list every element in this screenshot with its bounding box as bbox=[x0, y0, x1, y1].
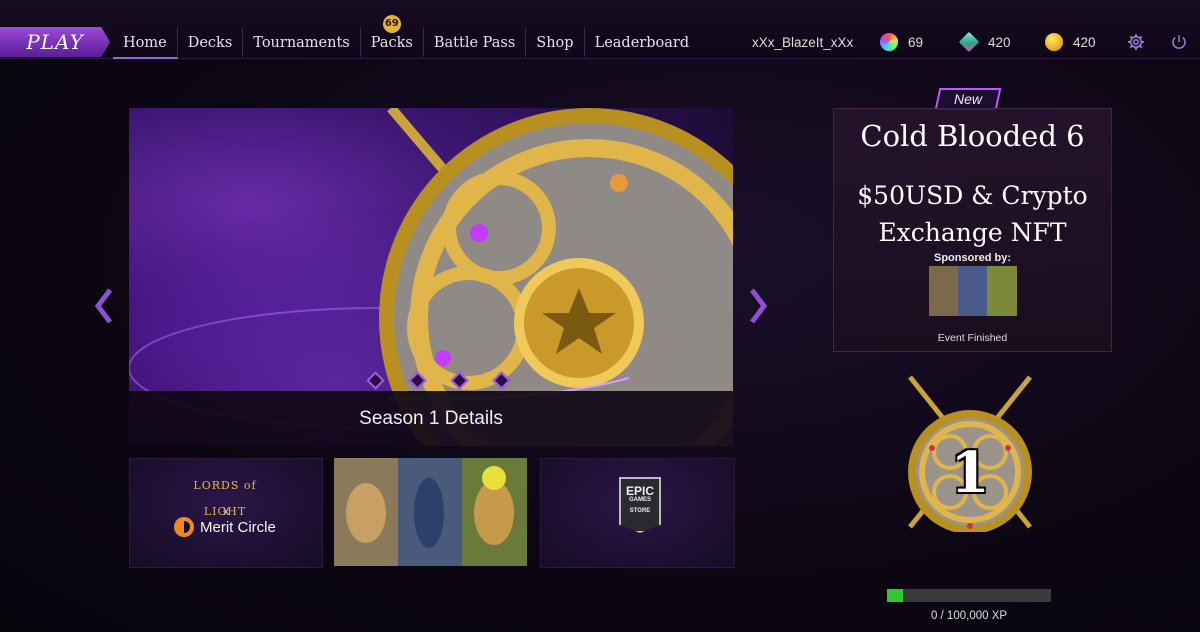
gold-coin-icon bbox=[1045, 33, 1063, 51]
carousel-dots bbox=[366, 371, 511, 390]
nav-shop-label: Shop bbox=[536, 35, 574, 51]
carousel-dot[interactable] bbox=[366, 371, 385, 390]
nav-shop[interactable]: Shop bbox=[526, 27, 585, 57]
carousel-prev-arrow-icon[interactable] bbox=[92, 286, 116, 326]
coins-value: 420 bbox=[1073, 34, 1096, 50]
merit-circle-logo: Merit Circle bbox=[174, 517, 276, 537]
gems-value: 69 bbox=[908, 34, 924, 50]
carousel-dot[interactable] bbox=[408, 371, 427, 390]
carousel-next-arrow-icon[interactable] bbox=[746, 286, 770, 326]
nav-battle-pass-label: Battle Pass bbox=[433, 35, 516, 51]
coins-balance: 420 bbox=[1045, 27, 1096, 57]
event-prize-line2: Exchange NFT bbox=[878, 218, 1067, 247]
new-tag-badge: New bbox=[934, 88, 1002, 110]
event-status: Event Finished bbox=[937, 332, 1008, 344]
nav-packs[interactable]: 69 Packs bbox=[361, 15, 424, 57]
epic-logo-line2: GAMES bbox=[628, 497, 651, 503]
rainbow-gem-icon bbox=[880, 33, 898, 51]
top-bar: PLAY Home Decks Tournaments 69 Packs Bat… bbox=[0, 0, 1200, 59]
merit-circle-promo-tile[interactable]: LORDS of LIGHT x Merit Circle bbox=[129, 458, 323, 568]
gear-icon[interactable] bbox=[1127, 33, 1145, 51]
gems-balance: 69 bbox=[880, 27, 923, 57]
xp-progress-label: 0 / 100,000 XP bbox=[930, 610, 1008, 622]
characters-promo-tile[interactable] bbox=[334, 458, 527, 566]
lords-of-light-logo: LORDS of LIGHT bbox=[193, 479, 257, 518]
collab-separator: x bbox=[223, 504, 229, 518]
shards-value: 420 bbox=[988, 34, 1011, 50]
event-prize: $50USD & Crypto Exchange NFT bbox=[834, 177, 1111, 251]
xp-progress-bar bbox=[887, 589, 1051, 602]
play-button[interactable]: PLAY bbox=[0, 27, 110, 57]
sponsored-by-label: Sponsored by: bbox=[933, 252, 1011, 264]
nav-decks[interactable]: Decks bbox=[178, 27, 244, 57]
rank-level-number: 1 bbox=[950, 440, 990, 506]
shards-balance: 420 bbox=[958, 27, 1011, 57]
new-tag-label: New bbox=[953, 91, 982, 107]
packs-count-badge: 69 bbox=[382, 15, 401, 33]
event-card[interactable]: Cold Blooded 6 $50USD & Crypto Exchange … bbox=[833, 108, 1112, 352]
nav-tournaments-label: Tournaments bbox=[253, 35, 350, 51]
merit-circle-icon bbox=[174, 517, 194, 537]
nav-home-label: Home bbox=[123, 35, 167, 51]
banner-caption[interactable]: Season 1 Details bbox=[129, 391, 733, 446]
nav-leaderboard-label: Leaderboard bbox=[594, 35, 690, 51]
nav-decks-label: Decks bbox=[187, 35, 233, 51]
epic-logo-line3: STORE bbox=[629, 508, 651, 514]
epic-logo-line1: EPIC bbox=[625, 484, 654, 498]
username-label[interactable]: xXx_BlazeIt_xXx bbox=[752, 27, 853, 57]
event-prize-line1: $50USD & Crypto bbox=[857, 181, 1088, 210]
nav-leaderboard[interactable]: Leaderboard bbox=[585, 27, 700, 57]
season-banner[interactable]: Season 1 Details bbox=[129, 108, 733, 446]
epic-games-store-logo: EPIC GAMES STORE bbox=[619, 477, 661, 533]
nav-battle-pass[interactable]: Battle Pass bbox=[424, 27, 527, 57]
crystal-cube-icon bbox=[958, 31, 980, 53]
carousel-dot[interactable] bbox=[450, 371, 469, 390]
xp-progress-fill bbox=[887, 589, 904, 602]
carousel-dot[interactable] bbox=[492, 371, 511, 390]
sponsor-characters-image bbox=[929, 266, 1017, 316]
characters-artwork bbox=[334, 458, 527, 566]
power-icon[interactable] bbox=[1170, 33, 1188, 51]
main-nav: Home Decks Tournaments 69 Packs Battle P… bbox=[113, 15, 700, 59]
epic-games-store-tile[interactable]: EPIC GAMES STORE bbox=[540, 458, 735, 568]
merit-circle-label: Merit Circle bbox=[200, 518, 276, 536]
nav-tournaments[interactable]: Tournaments bbox=[243, 27, 361, 57]
event-title: Cold Blooded 6 bbox=[860, 119, 1085, 153]
nav-home[interactable]: Home bbox=[113, 27, 178, 59]
